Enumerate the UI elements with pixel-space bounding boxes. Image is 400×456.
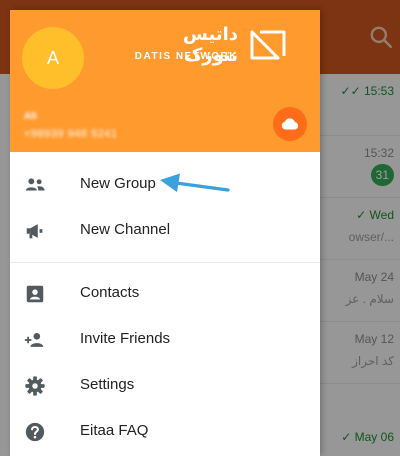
menu-item-settings[interactable]: Settings [10, 363, 320, 409]
menu-item-contacts[interactable]: Contacts [10, 271, 320, 317]
gear-icon [25, 376, 45, 396]
drawer-header: A داتیس نتورک DATIS NETWORK Ali +98939 9… [10, 10, 320, 152]
menu-item-eitaa-faq[interactable]: Eitaa FAQ [10, 409, 320, 455]
menu-item-invite-friends[interactable]: Invite Friends [10, 317, 320, 363]
megaphone-icon [26, 224, 43, 239]
new-group-icon [25, 178, 45, 191]
menu-label: Contacts [80, 284, 140, 301]
saved-messages-button[interactable] [273, 107, 307, 141]
navigation-drawer: A داتیس نتورک DATIS NETWORK Ali +98939 9… [10, 10, 320, 456]
menu-divider [10, 262, 320, 263]
menu-label: New Channel [80, 221, 171, 238]
help-icon [25, 422, 45, 442]
watermark-logo: داتیس نتورک DATIS NETWORK [128, 24, 288, 68]
contacts-icon [26, 285, 44, 303]
brand-name-en: DATIS NETWORK [134, 51, 238, 62]
menu-item-new-channel[interactable]: New Channel [10, 208, 320, 254]
menu-label: Invite Friends [80, 330, 171, 347]
cloud-icon [281, 118, 299, 130]
menu-label: Settings [80, 376, 135, 393]
user-phone: +98939 948 5241 [24, 128, 118, 140]
menu-label: Eitaa FAQ [80, 422, 149, 439]
datis-logo-icon [250, 30, 286, 60]
avatar[interactable]: A [22, 27, 84, 89]
menu-label: New Group [80, 175, 156, 192]
add-person-icon [24, 333, 44, 347]
user-name: Ali [24, 111, 37, 122]
annotation-arrow-icon [160, 173, 230, 192]
